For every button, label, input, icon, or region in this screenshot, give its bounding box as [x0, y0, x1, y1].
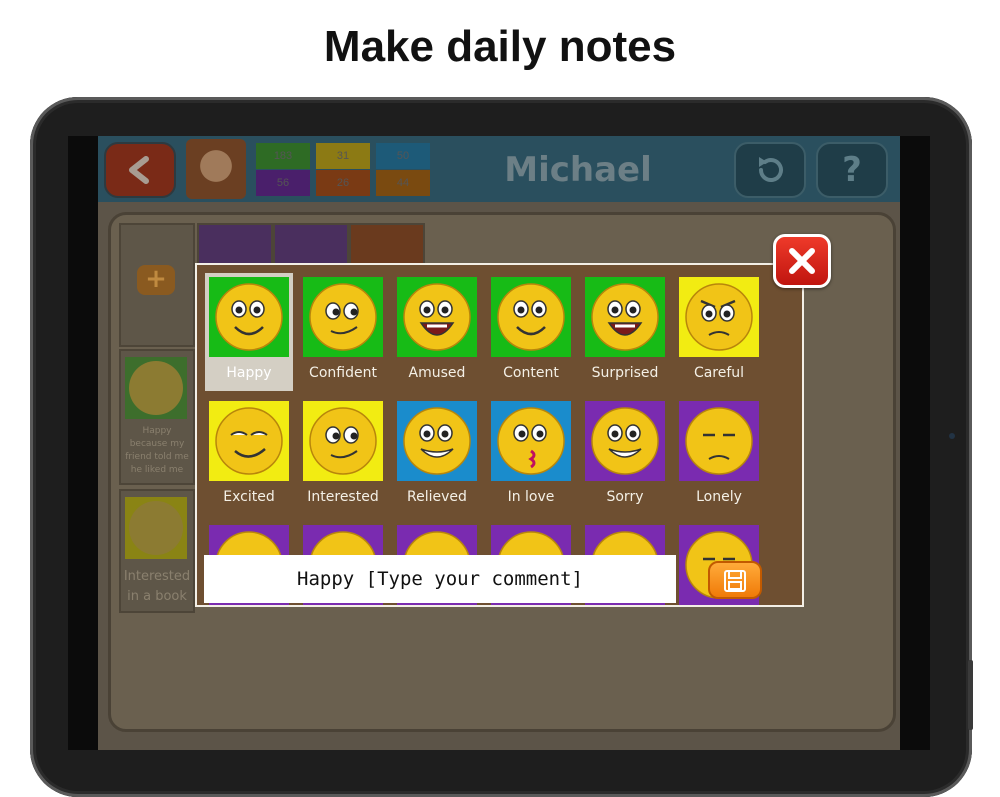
- help-button[interactable]: ?: [816, 142, 888, 198]
- undo-button[interactable]: [734, 142, 806, 198]
- emotion-option[interactable]: Happy: [205, 273, 293, 391]
- emotion-face-icon: [679, 277, 759, 357]
- emotion-option[interactable]: Lonely: [675, 397, 763, 515]
- device-side-button: [968, 660, 973, 730]
- stat-counter: 44: [376, 170, 430, 196]
- emotion-face-icon: [129, 361, 183, 415]
- emotion-option[interactable]: In love: [487, 397, 575, 515]
- note-card[interactable]: Happy because my friend told me he liked…: [119, 349, 195, 485]
- emotion-face-icon: [397, 401, 477, 481]
- save-button[interactable]: [708, 561, 762, 599]
- emotion-option[interactable]: Surprised: [581, 273, 669, 391]
- note-emotion-tile: [125, 497, 187, 559]
- stat-counter: 183: [256, 143, 310, 169]
- stat-counter: 56: [256, 170, 310, 196]
- emotion-option[interactable]: Careful: [675, 273, 763, 391]
- device-camera: [949, 433, 955, 439]
- emotion-face-icon: [491, 277, 571, 357]
- emotion-face-icon: [585, 401, 665, 481]
- emotion-option[interactable]: Amused: [393, 273, 481, 391]
- floppy-disk-icon: [724, 570, 746, 592]
- emotion-face-icon: [209, 401, 289, 481]
- emotion-label: Lonely: [696, 489, 742, 505]
- emotion-face-icon: [209, 277, 289, 357]
- emotion-face-icon: [303, 277, 383, 357]
- emotion-picker-dialog: Happy Confident Amused Content Surprised Care…: [195, 263, 804, 607]
- emotion-label: Surprised: [591, 365, 659, 381]
- emotion-label: In love: [507, 489, 555, 505]
- back-button[interactable]: [104, 142, 176, 198]
- emotion-option[interactable]: Relieved: [393, 397, 481, 515]
- comment-input[interactable]: Happy [Type your comment]: [204, 555, 676, 603]
- note-card[interactable]: Interested in a book: [119, 489, 195, 613]
- page-headline: Make daily notes: [323, 22, 677, 71]
- emotion-face-icon: [491, 401, 571, 481]
- emotion-option[interactable]: Interested: [299, 397, 387, 515]
- emotion-label: Happy: [226, 365, 272, 381]
- emotion-face-icon: [679, 401, 759, 481]
- emotion-label: Amused: [408, 365, 466, 381]
- emotion-label: Interested: [307, 489, 379, 505]
- emotion-label: Relieved: [407, 489, 467, 505]
- emotion-face-icon: [397, 277, 477, 357]
- emotion-face-icon: [585, 277, 665, 357]
- emotion-option[interactable]: Sorry: [581, 397, 669, 515]
- emotion-option[interactable]: Excited: [205, 397, 293, 515]
- emotion-face-icon: [303, 401, 383, 481]
- add-note-button[interactable]: +: [137, 265, 175, 295]
- emotion-face-icon: [129, 501, 183, 555]
- app-header: 183 31 50 56 26 44 Michael ?: [98, 136, 900, 202]
- note-text: Interested in a book: [123, 569, 191, 604]
- stat-counter: 50: [376, 143, 430, 169]
- note-text: Happy because my friend told me he liked…: [125, 426, 189, 475]
- close-button[interactable]: [773, 234, 831, 288]
- avatar[interactable]: [186, 139, 246, 199]
- emotion-label: Excited: [223, 489, 275, 505]
- stat-counter: 31: [316, 143, 370, 169]
- close-icon: [789, 248, 815, 274]
- stat-counter: 26: [316, 170, 370, 196]
- back-arrow-icon: [129, 156, 149, 184]
- profile-name: Michael: [504, 150, 652, 190]
- emotion-option[interactable]: Confident: [299, 273, 387, 391]
- emotion-option[interactable]: Content: [487, 273, 575, 391]
- emotion-label: Sorry: [606, 489, 644, 505]
- emotion-label: Careful: [693, 365, 745, 381]
- emotion-label: Confident: [309, 365, 377, 381]
- undo-icon: [759, 157, 783, 182]
- emotion-label: Content: [503, 365, 559, 381]
- note-emotion-tile: [125, 357, 187, 419]
- help-icon: ?: [842, 150, 862, 190]
